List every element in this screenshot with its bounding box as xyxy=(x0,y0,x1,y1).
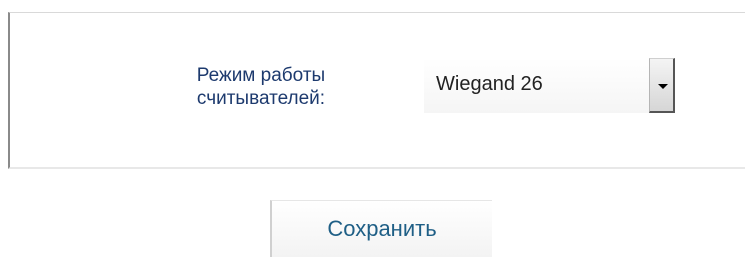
settings-panel: Режим работы считывателей: Wiegand 26 xyxy=(8,12,745,169)
reader-mode-label: Режим работы считывателей: xyxy=(196,65,326,109)
reader-mode-selected-value: Wiegand 26 xyxy=(436,73,543,95)
reader-mode-select[interactable]: Wiegand 26 xyxy=(424,58,675,113)
save-button[interactable]: Сохранить xyxy=(270,200,492,257)
chevron-down-icon[interactable] xyxy=(649,58,675,113)
